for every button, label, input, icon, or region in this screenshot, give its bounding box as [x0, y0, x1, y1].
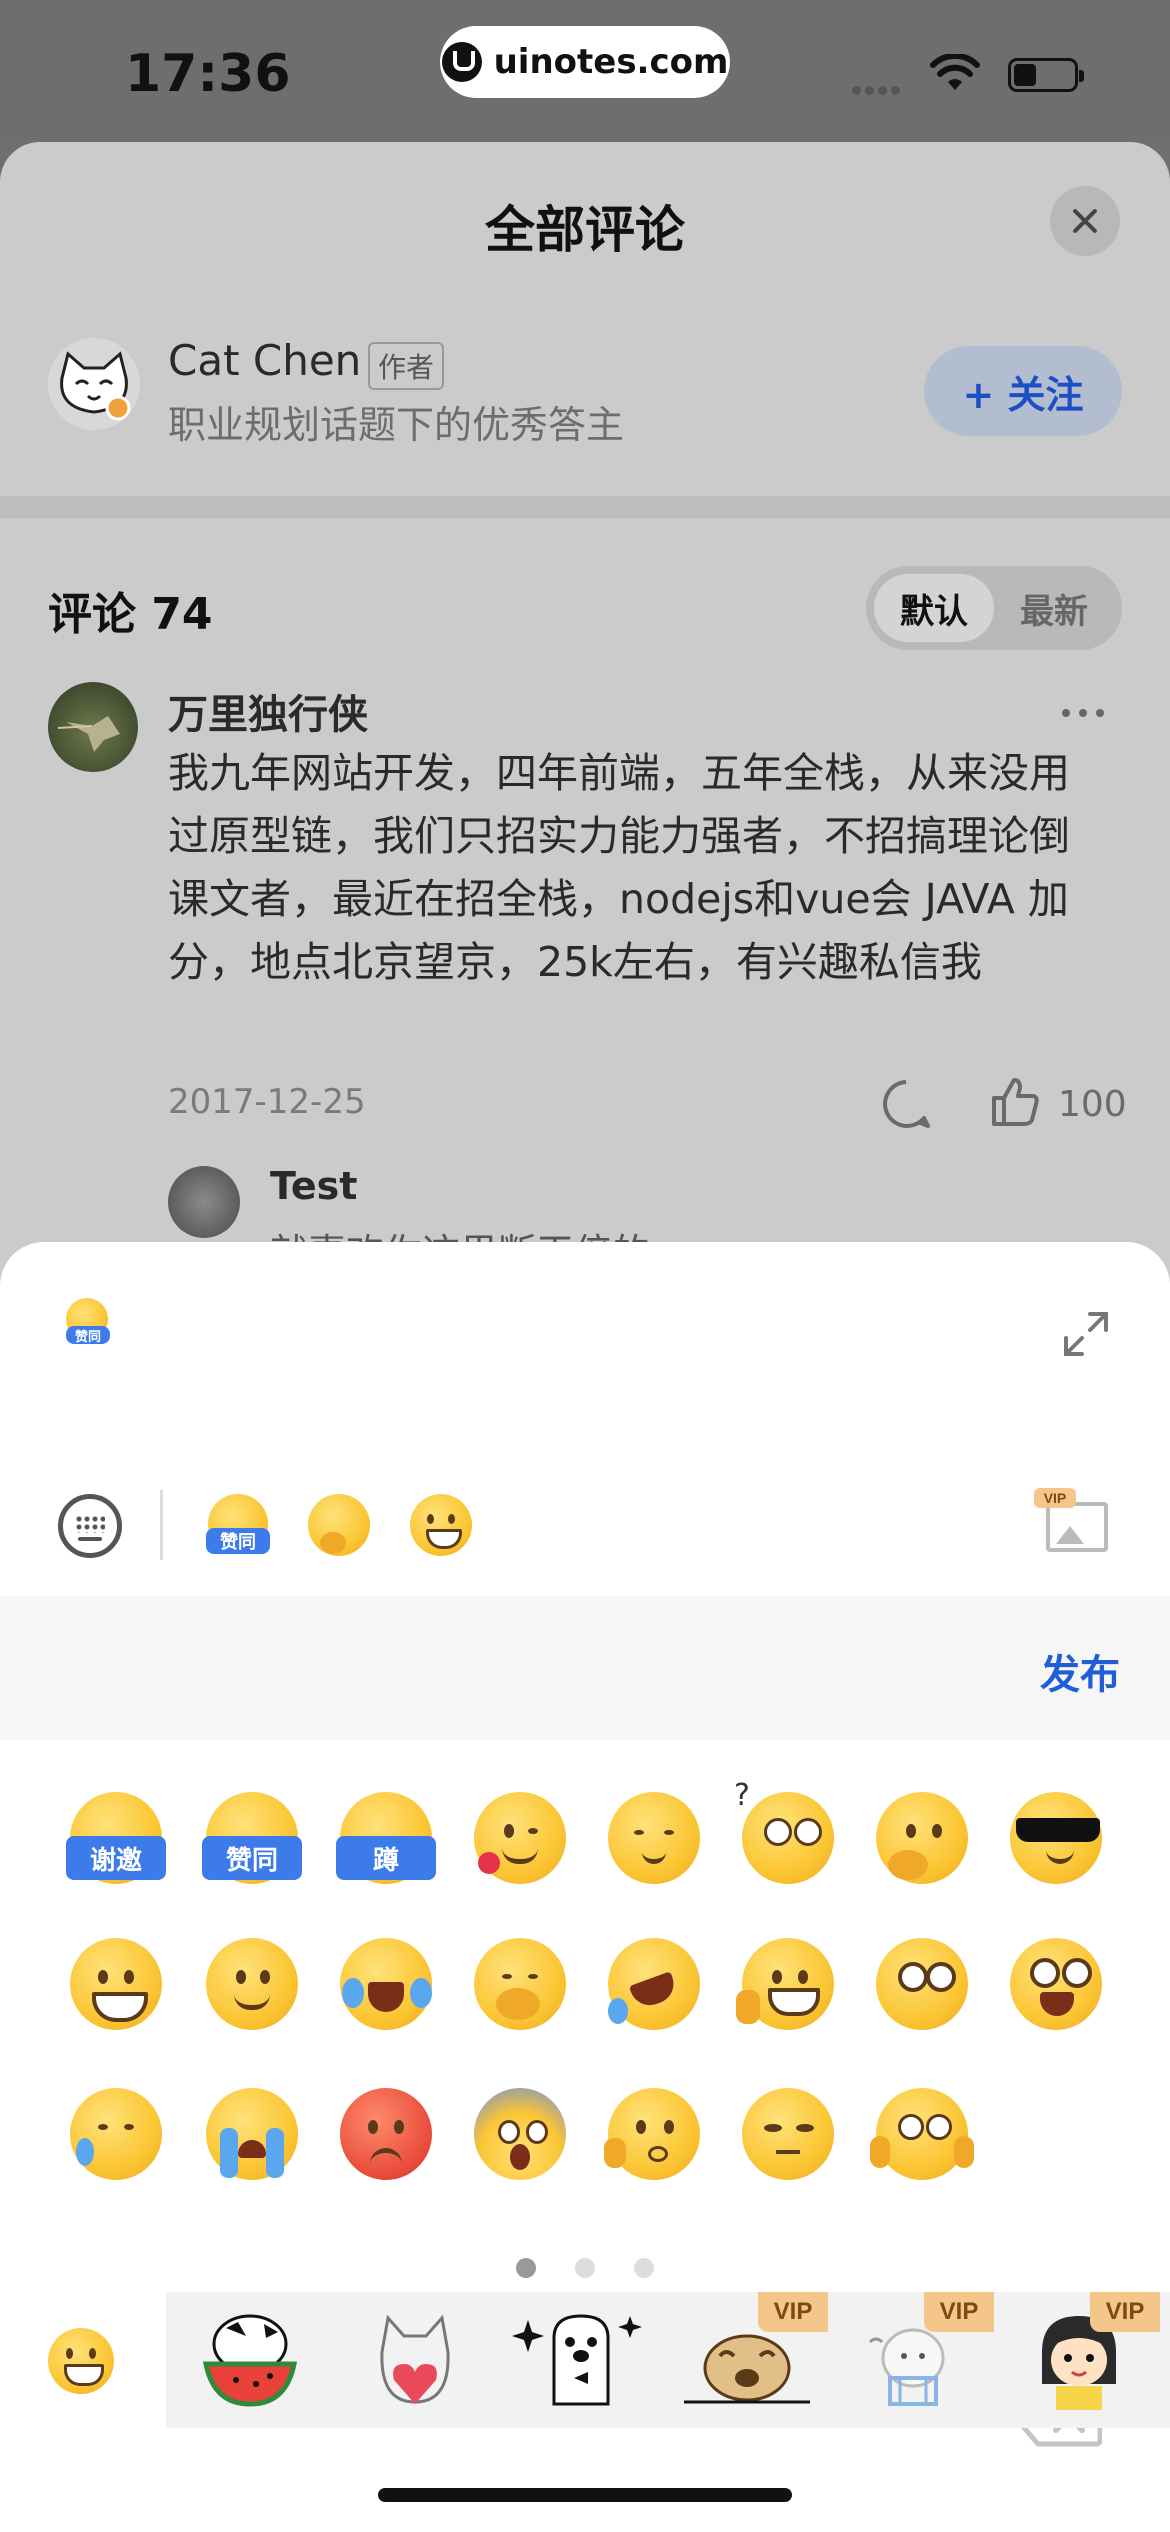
toolbar-separator: [160, 1490, 163, 1560]
follow-button[interactable]: + 关注: [924, 346, 1122, 436]
status-time: 17:36: [125, 44, 291, 104]
emoji-content[interactable]: [608, 1792, 700, 1884]
publish-bar: [0, 1596, 1170, 1740]
emoji-squat[interactable]: 蹲: [336, 1792, 436, 1884]
emoji-page-indicator: [0, 2258, 1170, 2282]
emoji-hide-laugh[interactable]: [474, 1938, 566, 2030]
emoji-thanks-invite-label: 谢邀: [66, 1836, 166, 1880]
wifi-icon: [930, 54, 980, 90]
home-indicator[interactable]: [378, 2488, 792, 2502]
tab-girl-vip-badge: VIP: [1090, 2292, 1160, 2332]
recent-sticker-thinking[interactable]: [308, 1494, 370, 1556]
sort-latest-tab[interactable]: 最新: [994, 574, 1114, 642]
cat-heart-icon: [380, 2314, 450, 2404]
author-avatar[interactable]: [48, 338, 140, 430]
expand-icon[interactable]: [1060, 1308, 1112, 1360]
sort-default-tab[interactable]: 默认: [874, 574, 994, 642]
tab-sparkle-dog[interactable]: [498, 2292, 664, 2428]
author-description: 职业规划话题下的优秀答主: [168, 403, 625, 447]
publish-button[interactable]: 发布: [1040, 1642, 1120, 1700]
emoji-angry[interactable]: [340, 2088, 432, 2180]
hummingbird-avatar-icon: [57, 716, 120, 752]
emoji-wink-heart[interactable]: [474, 1792, 566, 1884]
emoji-thanks-invite[interactable]: 谢邀: [66, 1792, 166, 1884]
author-name[interactable]: Cat Chen: [168, 336, 361, 385]
cat-avatar-icon: [60, 351, 131, 421]
page-dot-1[interactable]: [515, 2258, 536, 2278]
uinotes-logo-icon: [441, 42, 482, 82]
emoji-grin[interactable]: [70, 1938, 162, 2030]
emoji-tired[interactable]: [742, 2088, 834, 2180]
tab-cat-heart[interactable]: [332, 2292, 498, 2428]
emoji-squat-label: 蹲: [336, 1836, 436, 1880]
emoji-pout[interactable]: [604, 2088, 700, 2180]
like-count: 100: [1058, 1084, 1127, 1125]
tab-bunny-vip-badge: VIP: [924, 2292, 994, 2332]
sort-toggle: 默认 最新: [866, 566, 1122, 650]
page-dot-2[interactable]: [575, 2258, 595, 2278]
emoji-blank[interactable]: [870, 2088, 974, 2180]
emoji-smile[interactable]: [206, 1938, 298, 2030]
like-thumb-icon[interactable]: [988, 1076, 1040, 1128]
author-tag: 作者: [368, 342, 445, 390]
emoji-agree-label: 赞同: [202, 1836, 302, 1880]
emoji-question[interactable]: ?: [734, 1778, 834, 1884]
recent-sticker-grin[interactable]: [410, 1494, 472, 1556]
emoji-roll-laugh[interactable]: [608, 1938, 700, 2030]
watermelon-cow-icon: [202, 2314, 298, 2407]
image-upload-icon[interactable]: [1046, 1502, 1108, 1552]
emoji-tear[interactable]: [70, 2088, 162, 2180]
emoji-scream[interactable]: [474, 2088, 566, 2180]
emoji-agree[interactable]: 赞同: [202, 1792, 302, 1884]
url-text: uinotes.com: [493, 42, 729, 82]
keyboard-icon[interactable]: [58, 1494, 122, 1558]
draft-sticker-label: 赞同: [66, 1326, 110, 1345]
emoji-cool[interactable]: [1010, 1792, 1102, 1884]
emoji-cry[interactable]: [206, 2088, 298, 2180]
status-bar: 17:36 uinotes.com: [0, 0, 1170, 140]
reply-avatar[interactable]: [168, 1166, 240, 1238]
close-button[interactable]: [1050, 186, 1120, 256]
comments-sheet: 全部评论 Cat Chen 作者 职业规划话题下的优秀答主 + 关注 评论 74…: [0, 142, 1170, 1342]
more-options-icon[interactable]: [1062, 702, 1113, 721]
tab-pug-vip-badge: VIP: [758, 2292, 828, 2332]
emoji-surprised-happy[interactable]: [1010, 1938, 1102, 2030]
reply-author[interactable]: Test: [270, 1164, 357, 1208]
sheet-title: 全部评论: [485, 201, 685, 259]
emoji-laugh-cry[interactable]: [340, 1938, 432, 2030]
tab-emoji[interactable]: [0, 2292, 166, 2428]
signal-icon: [852, 80, 912, 95]
comment-author[interactable]: 万里独行侠: [168, 682, 368, 740]
commenter-avatar[interactable]: [48, 682, 138, 772]
comments-count: 评论 74: [48, 589, 213, 640]
comment-date: 2017-12-25: [168, 1082, 366, 1122]
comment-composer: 赞同 赞同 VIP 发布 谢邀 赞同 蹲 ? VIP VIP VIP: [0, 1242, 1170, 2532]
page-dot-3[interactable]: [634, 2258, 655, 2278]
comment-text: 我九年网站开发，四年前端，五年全栈，从来没用过原型链，我们只招实力能力强者，不招…: [168, 749, 1070, 986]
emoji-tab-icon: [48, 2328, 114, 2394]
tab-watermelon-cow[interactable]: [166, 2292, 332, 2428]
recent-sticker-agree-label: 赞同: [206, 1528, 270, 1554]
draft-input[interactable]: 赞同: [0, 1242, 1000, 1442]
image-vip-badge: VIP: [1034, 1488, 1076, 1508]
battery-icon: [1008, 58, 1084, 92]
sticker-tab-bar: VIP VIP VIP: [0, 2292, 1170, 2428]
reply-bubble-icon[interactable]: [880, 1078, 932, 1130]
emoji-victory[interactable]: [736, 1938, 834, 2030]
emoji-shy[interactable]: [876, 1938, 968, 2030]
section-divider: [0, 496, 1170, 518]
sparkle-dog-icon: [512, 2314, 642, 2406]
emoji-thinking[interactable]: [876, 1792, 968, 1884]
url-pill: uinotes.com: [440, 26, 730, 98]
